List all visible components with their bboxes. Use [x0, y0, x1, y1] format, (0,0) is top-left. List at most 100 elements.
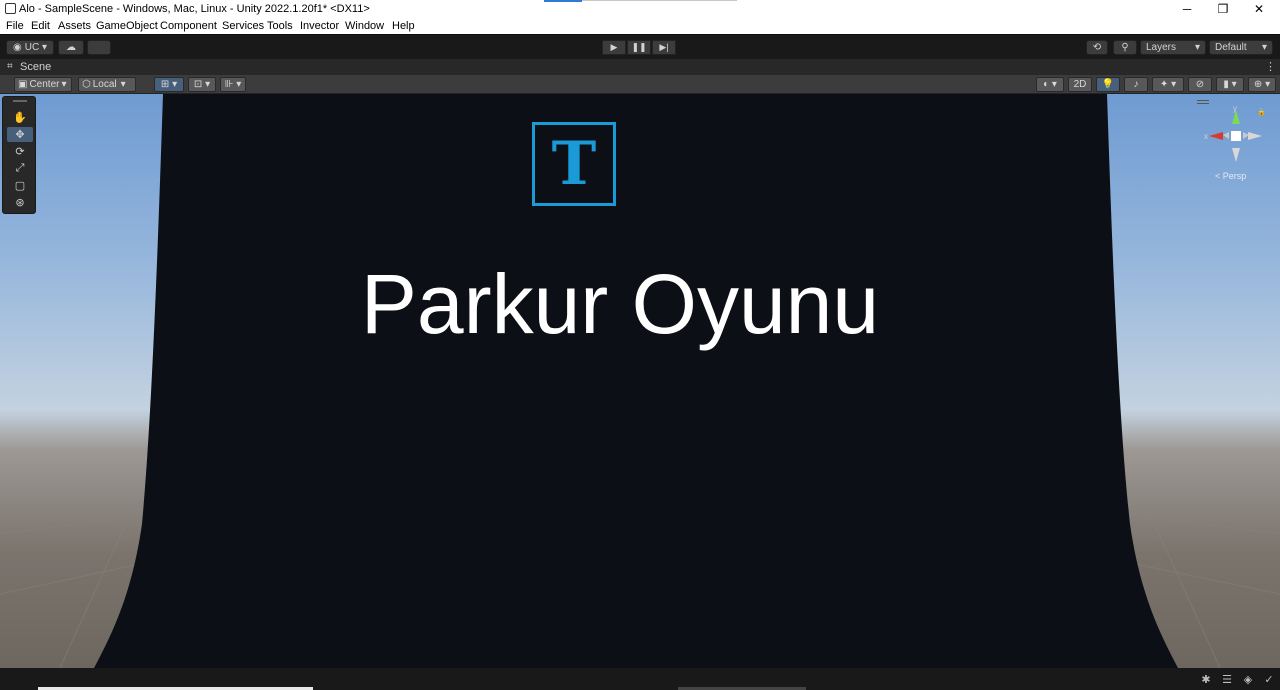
snap-settings-toggle[interactable]: ⊪ ▾	[220, 77, 246, 92]
ui-canvas-panel	[0, 94, 1280, 668]
check-icon[interactable]: ✓	[1262, 673, 1276, 686]
projection-toggle[interactable]: < Persp	[1215, 171, 1246, 181]
menu-gameobject[interactable]: GameObject	[96, 20, 158, 32]
game-title: Parkur Oyunu	[360, 257, 880, 351]
transform-tool[interactable]: ⊛	[7, 195, 33, 210]
effects-icon: ✦ ▾	[1159, 79, 1177, 90]
grid-snap-toggle[interactable]: ⊞ ▾	[154, 77, 184, 92]
play-button[interactable]: ▶	[602, 40, 626, 55]
space-label: Local	[92, 79, 117, 90]
gizmos-icon: ⊕ ▾	[1253, 79, 1271, 90]
cloud-icon: ☁	[66, 42, 76, 53]
gizmo-x-label: x	[1204, 132, 1208, 141]
debug-icon[interactable]: ✱	[1199, 673, 1213, 686]
gizmo-center[interactable]	[1231, 131, 1241, 141]
pause-icon: ❚❚	[631, 42, 647, 52]
scene-tab-menu-button[interactable]: ⋮	[1265, 60, 1276, 73]
layers-label: Layers	[1146, 42, 1177, 53]
title-bar: Alo - SampleScene - Windows, Mac, Linux …	[0, 0, 1280, 18]
tools-palette: ✋ ✥ ⟳ ⤢ ▢ ⊛	[2, 96, 36, 214]
layout-label: Default	[1215, 42, 1247, 53]
search-button[interactable]: ⚲	[1113, 40, 1137, 55]
search-icon: ⚲	[1121, 42, 1129, 53]
play-icon: ▶	[610, 42, 618, 52]
scene-tab[interactable]: Scene	[20, 61, 51, 73]
transform-icon: ⊛	[15, 197, 25, 209]
increment-snap-icon: ⊡ ▾	[193, 79, 211, 90]
2d-label: 2D	[1073, 79, 1087, 90]
cloud-button[interactable]: ☁	[58, 40, 84, 55]
account-dropdown[interactable]: ◉ UC ▾	[6, 40, 54, 55]
scene-tab-icon: ⌗	[7, 61, 13, 72]
stack-icon[interactable]: ☰	[1220, 673, 1234, 686]
collab-button[interactable]	[87, 40, 111, 55]
scene-viewport[interactable]	[0, 94, 1280, 668]
layout-dropdown[interactable]: Default ▾	[1209, 40, 1273, 55]
menu-component[interactable]: Component	[160, 20, 217, 32]
menu-services[interactable]: Services	[222, 20, 264, 32]
scale-tool[interactable]: ⤢	[7, 161, 33, 176]
step-icon: ▶|	[659, 42, 669, 52]
scale-icon: ⤢	[15, 162, 25, 174]
chevron-down-icon: ▾	[1194, 42, 1200, 53]
audio-toggle[interactable]: ♪	[1124, 77, 1148, 92]
account-label: UC ▾	[24, 42, 47, 53]
space-dropdown[interactable]: ⬡ Local ▾	[78, 77, 136, 92]
minimize-button[interactable]: ─	[1170, 0, 1204, 18]
lightbulb-icon: 💡	[1101, 79, 1115, 90]
lighting-toggle[interactable]: 💡	[1096, 77, 1120, 92]
camera-dropdown[interactable]: ▮ ▾	[1216, 77, 1244, 92]
gizmos-dropdown[interactable]: ⊕ ▾	[1248, 77, 1276, 92]
increment-snap-toggle[interactable]: ⊡ ▾	[188, 77, 216, 92]
undo-history-button[interactable]: ⟲	[1086, 40, 1108, 55]
pivot-icon: ▣	[18, 79, 28, 90]
logo-box: T	[532, 122, 616, 206]
pivot-label: Center	[29, 79, 60, 90]
menu-file[interactable]: File	[6, 20, 24, 32]
chevron-down-icon: ▾	[61, 79, 67, 90]
menu-edit[interactable]: Edit	[31, 20, 50, 32]
hidden-objects-icon: ⊘	[1195, 79, 1205, 90]
menu-window[interactable]: Window	[345, 20, 384, 32]
menu-invector[interactable]: Invector	[300, 20, 339, 32]
rect-icon: ▢	[14, 180, 26, 192]
orientation-gizmo[interactable]: y x 🔒 < Persp	[1195, 100, 1275, 190]
menu-help[interactable]: Help	[392, 20, 415, 32]
title-accent-line	[582, 0, 737, 1]
window-title: Alo - SampleScene - Windows, Mac, Linux …	[19, 3, 370, 15]
history-icon: ⟲	[1092, 42, 1102, 53]
rotate-tool[interactable]: ⟳	[7, 144, 33, 159]
chevron-down-icon: ▾	[1261, 42, 1267, 53]
audio-icon: ♪	[1133, 79, 1139, 90]
effects-dropdown[interactable]: ✦ ▾	[1152, 77, 1184, 92]
layers-icon[interactable]: ◈	[1241, 673, 1255, 686]
gizmo-y-label: y	[1233, 104, 1237, 113]
menu-assets[interactable]: Assets	[58, 20, 91, 32]
title-accent	[544, 0, 582, 2]
shading-mode-dropdown[interactable]: ◐ ▾	[1036, 77, 1064, 92]
2d-toggle[interactable]: 2D	[1068, 77, 1092, 92]
cube-icon: ⬡	[82, 79, 91, 90]
account-icon: ◉	[13, 42, 22, 53]
layers-dropdown[interactable]: Layers ▾	[1140, 40, 1206, 55]
move-tool[interactable]: ✥	[7, 127, 33, 142]
restore-button[interactable]: ❐	[1206, 0, 1240, 18]
close-button[interactable]: ✕	[1242, 0, 1276, 18]
step-button[interactable]: ▶|	[652, 40, 676, 55]
rotate-icon: ⟳	[15, 146, 25, 158]
pivot-dropdown[interactable]: ▣ Center ▾	[14, 77, 72, 92]
drag-handle[interactable]	[13, 100, 27, 102]
hand-icon: ✋	[13, 112, 27, 124]
menu-tools[interactable]: Tools	[267, 20, 293, 32]
x-axis-cone[interactable]	[1209, 132, 1223, 140]
camera-icon: ▮ ▾	[1223, 79, 1237, 90]
hand-tool[interactable]: ✋	[7, 110, 33, 125]
lock-icon: 🔒	[1257, 108, 1266, 116]
pause-button[interactable]: ❚❚	[627, 40, 651, 55]
main-toolbar: ◉ UC ▾ ☁ ▶ ❚❚ ▶| ⟲ ⚲ Layers ▾ Default ▾	[0, 34, 1280, 59]
grid-snap-icon: ⊞ ▾	[160, 79, 178, 90]
scene-toolbar: ▣ Center ▾ ⬡ Local ▾ ⊞ ▾ ⊡ ▾ ⊪ ▾ ◐ ▾ 2D …	[0, 75, 1280, 94]
menu-bar: File Edit Assets GameObject Component Se…	[0, 18, 1280, 34]
rect-tool[interactable]: ▢	[7, 178, 33, 193]
hidden-objects-toggle[interactable]: ⊘	[1188, 77, 1212, 92]
